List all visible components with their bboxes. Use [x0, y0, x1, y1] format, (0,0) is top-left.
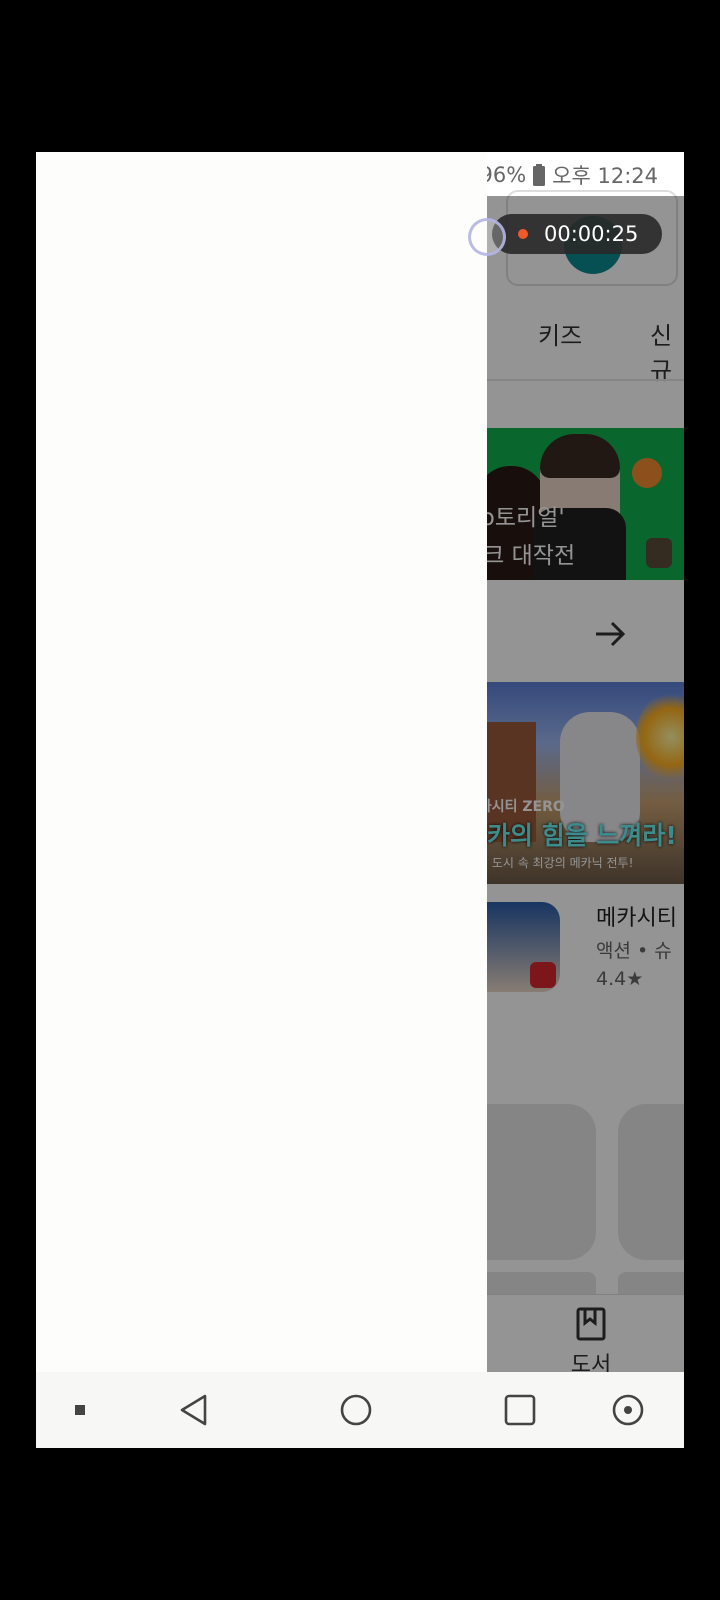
clock: 오후 12:24: [552, 164, 658, 188]
notification-dot-icon[interactable]: [58, 1372, 102, 1448]
screen-recording-chip[interactable]: 00:00:25: [492, 214, 662, 254]
recording-dot-icon: [518, 229, 528, 239]
recording-timer: 00:00:25: [544, 222, 639, 246]
system-navigation-bar: [36, 1372, 684, 1448]
back-icon[interactable]: [166, 1372, 222, 1448]
home-icon[interactable]: [328, 1372, 384, 1448]
recents-icon[interactable]: [492, 1372, 548, 1448]
battery-icon: [532, 163, 546, 187]
assistant-icon[interactable]: [600, 1372, 656, 1448]
phone-screen: 96% 오후 12:24 키즈 신규 wo토리얼' 탱크 대작전 메카시티 ZE…: [36, 152, 684, 1448]
touch-indicator: [468, 218, 506, 256]
navigation-drawer: [36, 152, 487, 1372]
